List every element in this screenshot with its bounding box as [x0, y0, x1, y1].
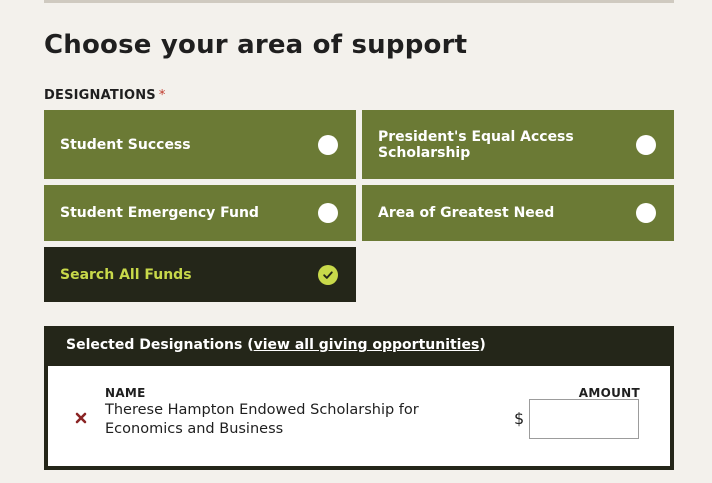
radio-circle-icon: [636, 203, 656, 223]
title-suffix: ): [479, 337, 486, 353]
radio-circle-icon: [318, 134, 338, 155]
selected-designations-panel: Selected Designations (view all giving o…: [44, 326, 674, 470]
designation-label: President's Equal Access Scholarship: [378, 128, 574, 161]
designation-label: Student Emergency Fund: [60, 205, 259, 221]
remove-x-icon[interactable]: [74, 411, 88, 425]
designations-label-text: DESIGNATIONS: [44, 88, 156, 103]
view-all-giving-opportunities-link[interactable]: view all giving opportunities: [254, 337, 480, 353]
radio-circle-icon: [636, 134, 656, 155]
required-asterisk: *: [158, 88, 166, 103]
selected-designations-title: Selected Designations (view all giving o…: [66, 337, 486, 353]
designation-area-of-greatest-need[interactable]: Area of Greatest Need: [362, 185, 674, 241]
designation-presidents-equal-access[interactable]: President's Equal Access Scholarship: [362, 110, 674, 179]
amount-column-header: AMOUNT: [578, 386, 640, 400]
designation-label: Student Success: [60, 136, 191, 153]
title-prefix: Selected Designations (: [66, 337, 254, 353]
designation-student-emergency-fund[interactable]: Student Emergency Fund: [44, 185, 356, 241]
radio-circle-icon: [318, 203, 338, 223]
fund-name: Therese Hampton Endowed Scholarship for …: [105, 402, 419, 437]
designations-label: DESIGNATIONS *: [44, 88, 166, 103]
name-column-header: NAME: [105, 386, 146, 400]
designation-label: Search All Funds: [60, 266, 192, 283]
selected-designation-row: NAME Therese Hampton Endowed Scholarship…: [48, 366, 670, 466]
top-divider: [44, 0, 674, 3]
designation-label: Area of Greatest Need: [378, 205, 555, 221]
amount-input[interactable]: [529, 399, 639, 439]
check-icon: [318, 264, 338, 285]
designation-student-success[interactable]: Student Success: [44, 110, 356, 179]
currency-symbol: $: [514, 409, 525, 428]
page-title: Choose your area of support: [44, 30, 468, 60]
designation-search-all-funds[interactable]: Search All Funds: [44, 247, 356, 302]
